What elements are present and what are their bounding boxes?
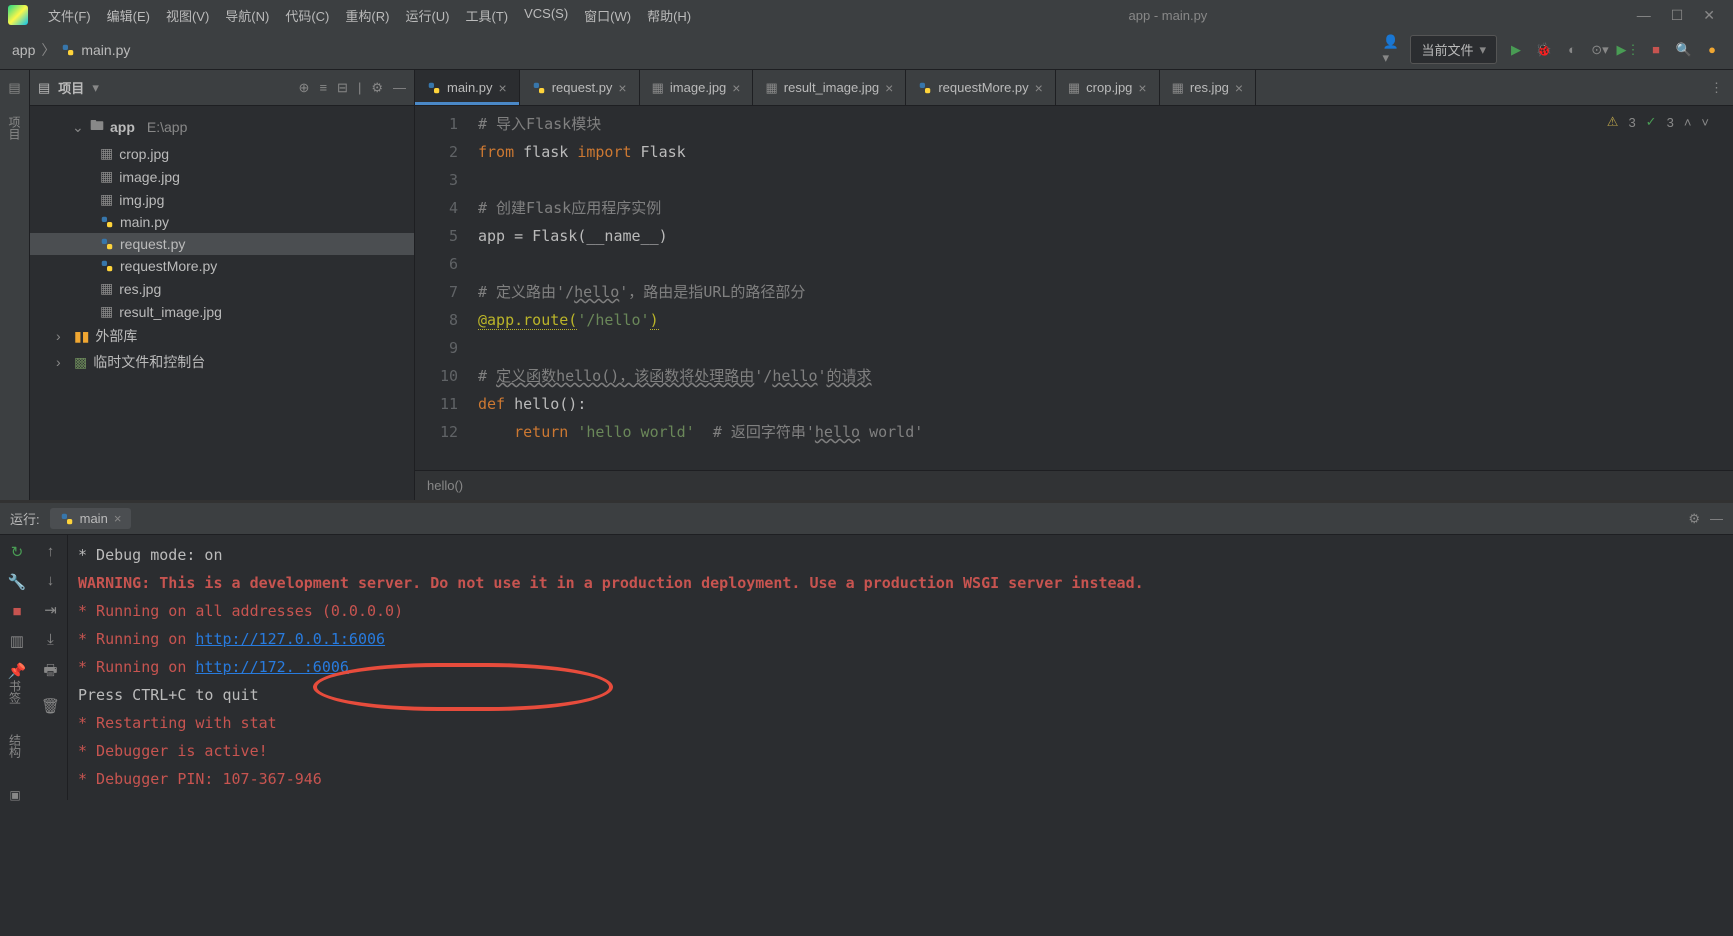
warning-icon[interactable]: ⚠ — [1607, 114, 1619, 130]
debug-icon[interactable]: 🐞 — [1535, 41, 1553, 59]
editor-tab[interactable]: ▦image.jpg× — [640, 70, 754, 105]
stop-icon[interactable]: ■ — [12, 603, 21, 620]
wrap-icon[interactable]: ⇥ — [44, 601, 57, 619]
run-panel: 运行: main × ⚙ — ↻ 🔧 ■ ▥ 📌 ↑ ↓ ⇥ ⤓ 🖶 🗑 — [0, 500, 1733, 800]
expand-icon[interactable]: ≡ — [319, 80, 327, 96]
close-icon[interactable]: × — [885, 80, 893, 96]
editor-tab[interactable]: requestMore.py× — [906, 70, 1056, 105]
editor-tabs: main.py×request.py×▦image.jpg×▦result_im… — [415, 70, 1733, 106]
python-icon — [61, 43, 75, 57]
up-icon[interactable]: ↑ — [47, 543, 55, 560]
menu-item[interactable]: 文件(F) — [40, 3, 99, 28]
toolbar: app 〉 main.py 👤▾ 当前文件▾ ▶ 🐞 ◐ ⊙▾ ▶⋮ ■ 🔍 ● — [0, 30, 1733, 70]
more-run-icon[interactable]: ▶⋮ — [1619, 41, 1637, 59]
updates-icon[interactable]: ● — [1703, 41, 1721, 59]
titlebar: 文件(F)编辑(E)视图(V)导航(N)代码(C)重构(R)运行(U)工具(T)… — [0, 0, 1733, 30]
editor-tab[interactable]: ▦result_image.jpg× — [753, 70, 906, 105]
close-icon[interactable]: × — [1035, 80, 1043, 96]
print-icon[interactable]: 🖶 — [43, 660, 57, 685]
menu-item[interactable]: 重构(R) — [337, 3, 397, 28]
locate-icon[interactable]: ⊕ — [299, 80, 310, 96]
layout-icon[interactable]: ▥ — [10, 632, 24, 650]
collapse-icon[interactable]: ⊟ — [337, 80, 348, 96]
project-panel: ▤ 项目 ▾ ⊕ ≡ ⊟ | ⚙ — ⌄🖿 appE:\app▦ crop.jp… — [30, 70, 415, 500]
hide-icon[interactable]: — — [393, 80, 406, 96]
close-icon[interactable]: × — [114, 511, 122, 526]
scroll-icon[interactable]: ⤓ — [47, 631, 54, 648]
breadcrumb-root[interactable]: app — [12, 42, 35, 58]
tree-external-libs[interactable]: ›▮▮ 外部库 — [30, 323, 414, 349]
run-config-selector[interactable]: 当前文件▾ — [1410, 35, 1497, 64]
pin-icon[interactable]: 📌 — [8, 662, 27, 680]
close-icon[interactable]: × — [618, 80, 626, 96]
close-icon[interactable]: × — [732, 80, 740, 96]
maximize-icon[interactable]: ☐ — [1671, 7, 1684, 24]
code-breadcrumb[interactable]: hello() — [415, 470, 1733, 500]
pycharm-logo-icon — [8, 5, 28, 25]
run-icon[interactable]: ▶ — [1507, 41, 1525, 59]
close-icon[interactable]: × — [499, 80, 507, 96]
menu-item[interactable]: 导航(N) — [217, 3, 277, 28]
tree-file[interactable]: ▦ image.jpg — [30, 165, 414, 188]
chevron-down-icon[interactable]: ˅ — [1701, 115, 1709, 130]
breadcrumb-file[interactable]: main.py — [81, 42, 130, 58]
user-icon[interactable]: 👤▾ — [1382, 41, 1400, 59]
menu-item[interactable]: 视图(V) — [158, 3, 217, 28]
tree-file[interactable]: ▦ res.jpg — [30, 277, 414, 300]
check-icon[interactable]: ✓ — [1646, 114, 1657, 130]
run-tab[interactable]: main × — [50, 508, 132, 529]
search-icon[interactable]: 🔍 — [1675, 41, 1693, 59]
profile-icon[interactable]: ⊙▾ — [1591, 41, 1609, 59]
run-label: 运行: — [10, 509, 40, 528]
run-output[interactable]: * Debug mode: onWARNING: This is a devel… — [68, 535, 1733, 800]
stop-icon[interactable]: ■ — [1647, 41, 1665, 59]
menu-item[interactable]: 工具(T) — [457, 3, 516, 28]
editor-status: ⚠3 ✓3 ˄ ˅ — [1607, 114, 1709, 130]
tree-file[interactable]: main.py — [30, 211, 414, 233]
editor-tab[interactable]: main.py× — [415, 70, 520, 105]
editor-body[interactable]: 123456789101112 # 导入Flask模块 from flask i… — [415, 106, 1733, 470]
left-tool-gutter: ▤ 项目 — [0, 70, 30, 500]
chevron-up-icon[interactable]: ˄ — [1684, 115, 1692, 130]
project-panel-title: 项目 — [58, 78, 84, 97]
hide-icon[interactable]: — — [1710, 511, 1723, 527]
tool-window-icon[interactable]: ▣ — [9, 788, 20, 802]
menu-item[interactable]: 窗口(W) — [576, 3, 639, 28]
menu-item[interactable]: 运行(U) — [397, 3, 457, 28]
coverage-icon[interactable]: ◐ — [1563, 41, 1581, 59]
python-icon — [60, 512, 74, 526]
run-toolbar-secondary: ↑ ↓ ⇥ ⤓ 🖶 🗑 — [34, 535, 68, 800]
close-icon[interactable]: × — [1138, 80, 1146, 96]
tool-bookmarks[interactable]: 书签 — [7, 680, 24, 704]
menu-item[interactable]: 编辑(E) — [99, 3, 158, 28]
breadcrumb: app 〉 main.py — [12, 40, 130, 60]
tree-root[interactable]: ⌄🖿 appE:\app — [30, 112, 414, 142]
tree-scratches[interactable]: ›▩ 临时文件和控制台 — [30, 349, 414, 375]
wrench-icon[interactable]: 🔧 — [8, 573, 27, 591]
rerun-icon[interactable]: ↻ — [11, 543, 24, 561]
tree-file[interactable]: ▦ img.jpg — [30, 188, 414, 211]
editor-tab[interactable]: ▦res.jpg× — [1160, 70, 1257, 105]
menu-item[interactable]: 帮助(H) — [639, 3, 699, 28]
close-icon[interactable]: ✕ — [1703, 7, 1715, 24]
left-tool-project[interactable]: 项目 — [6, 116, 23, 140]
menu-item[interactable]: VCS(S) — [516, 3, 576, 28]
tree-file[interactable]: request.py — [30, 233, 414, 255]
tree-file[interactable]: requestMore.py — [30, 255, 414, 277]
tree-file[interactable]: ▦ result_image.jpg — [30, 300, 414, 323]
gear-icon[interactable]: ⚙ — [1688, 511, 1700, 527]
editor-tab[interactable]: ▦crop.jpg× — [1056, 70, 1160, 105]
editor-tab[interactable]: request.py× — [520, 70, 640, 105]
window-title: app - main.py — [703, 8, 1633, 23]
tree-file[interactable]: ▦ crop.jpg — [30, 142, 414, 165]
tool-structure[interactable]: 结构 — [7, 734, 24, 758]
divider: | — [358, 80, 361, 96]
menu-item[interactable]: 代码(C) — [277, 3, 337, 28]
close-icon[interactable]: × — [1235, 80, 1243, 96]
minimize-icon[interactable]: — — [1637, 7, 1651, 24]
tabs-more-icon[interactable]: ⋮ — [1700, 70, 1733, 105]
settings-icon[interactable]: ⚙ — [371, 80, 383, 96]
trash-icon[interactable]: 🗑 — [41, 697, 60, 715]
down-icon[interactable]: ↓ — [47, 572, 55, 589]
